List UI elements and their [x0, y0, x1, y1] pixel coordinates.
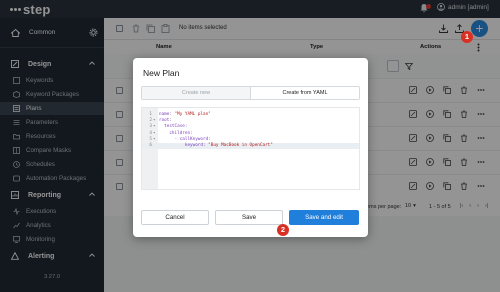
- fold-toggle-icon[interactable]: ▾: [153, 137, 156, 143]
- code-text: keyword: "Buy MacBook in OpenCart": [159, 143, 273, 148]
- yaml-editor[interactable]: 1 name: "My YAML plan" 2 ▾ root: 3 ▾ testCase:…: [141, 107, 360, 190]
- save-and-edit-button[interactable]: Save and edit: [289, 210, 359, 225]
- code-text: children:: [159, 130, 193, 136]
- fold-toggle-icon[interactable]: ▾: [153, 118, 156, 124]
- code-line: 5 ▾ - callKeyword:: [142, 137, 359, 143]
- dialog-title: New Plan: [143, 68, 180, 78]
- step-callout-1: 1: [461, 31, 473, 43]
- code-text: testCase:: [159, 124, 188, 130]
- code-text: - callKeyword:: [159, 136, 211, 142]
- code-line: 6 keyword: "Buy MacBook in OpenCart": [142, 143, 359, 149]
- tab-create-from-yaml[interactable]: Create from YAML: [250, 87, 359, 99]
- line-number: 5: [149, 136, 152, 142]
- step-callout-2: 2: [277, 224, 289, 236]
- line-number: 3: [149, 124, 152, 130]
- code-line: 1 name: "My YAML plan": [142, 112, 359, 118]
- save-button[interactable]: Save: [215, 210, 283, 225]
- line-number: 4: [149, 130, 152, 136]
- code-line: 4 ▾ children:: [142, 131, 359, 137]
- tab-create-new[interactable]: Create new: [142, 87, 250, 99]
- fold-toggle-icon[interactable]: ▾: [153, 131, 156, 137]
- code-line: 3 ▾ testCase:: [142, 124, 359, 130]
- fold-toggle-icon[interactable]: ▾: [153, 124, 156, 130]
- line-number: 6: [149, 143, 152, 148]
- create-mode-tabs: Create new Create from YAML: [141, 86, 360, 100]
- new-plan-dialog: New Plan Create new Create from YAML 1 na…: [133, 58, 368, 237]
- cancel-button[interactable]: Cancel: [141, 210, 209, 225]
